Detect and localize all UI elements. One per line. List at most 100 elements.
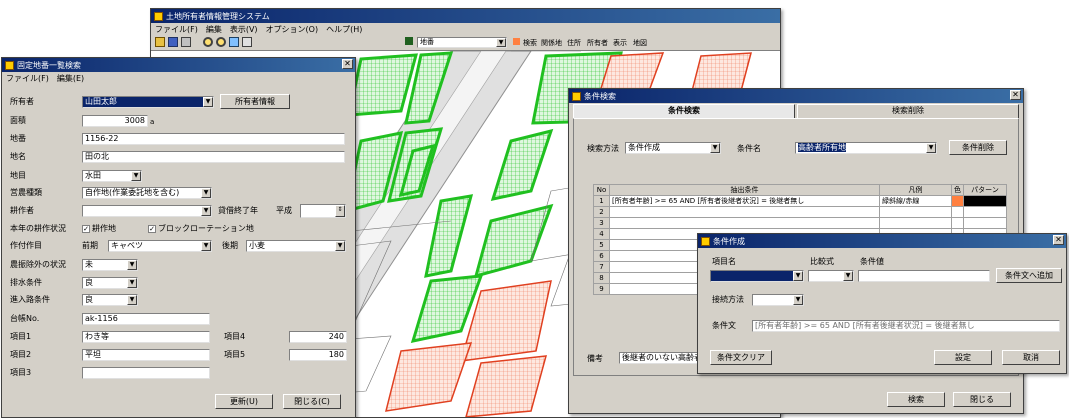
compare-select[interactable]: ▼ xyxy=(808,270,854,282)
search-menu-file[interactable]: ファイル(F) xyxy=(6,73,49,83)
item3-field[interactable] xyxy=(82,367,210,379)
chevron-down-icon[interactable]: ▼ xyxy=(203,97,213,107)
menu-option[interactable]: オプション(O) xyxy=(266,24,319,34)
update-button[interactable]: 更新(U) xyxy=(215,394,273,409)
cancel-button[interactable]: 取消 xyxy=(1002,350,1060,365)
toolbar-layer-combo[interactable]: 地番 ▼ xyxy=(417,37,507,48)
check-block-rotation[interactable]: ✓ ブロックローテーション地 xyxy=(148,223,254,234)
search-menu-edit[interactable]: 編集(E) xyxy=(57,73,84,83)
search-button[interactable]: 検索 xyxy=(887,392,945,407)
item1-field[interactable]: わき等 xyxy=(82,331,210,343)
clear-condition-button[interactable]: 条件文クリア xyxy=(710,350,772,365)
place-field[interactable]: 田の北 xyxy=(82,151,345,163)
join-select[interactable]: ▼ xyxy=(752,294,804,306)
ledger-field[interactable]: ak-1156 xyxy=(82,313,210,325)
menu-view[interactable]: 表示(V) xyxy=(230,24,258,34)
item5-field[interactable]: 180 xyxy=(289,349,347,361)
checkbox-icon[interactable]: ✓ xyxy=(82,224,90,233)
close-icon[interactable]: ✕ xyxy=(1053,235,1064,245)
row-condition[interactable] xyxy=(609,206,880,218)
condition-name-select[interactable]: 高齢者所有地 ▼ xyxy=(795,142,937,154)
row-legend[interactable] xyxy=(879,206,952,218)
item4-field[interactable]: 240 xyxy=(289,331,347,343)
chevron-down-icon[interactable]: ▼ xyxy=(496,38,506,47)
usage-select[interactable]: 自作地(作業委託地を含む) ▼ xyxy=(82,187,212,199)
chevron-down-icon[interactable]: ▼ xyxy=(843,271,853,281)
delete-condition-button[interactable]: 条件削除 xyxy=(949,140,1007,155)
row-condition[interactable] xyxy=(609,217,880,229)
chevron-down-icon[interactable]: ▼ xyxy=(201,188,211,198)
checkbox-icon[interactable]: ✓ xyxy=(148,224,156,233)
item2-field[interactable]: 平坦 xyxy=(82,349,210,361)
close-button[interactable]: 閉じる(C) xyxy=(283,394,341,409)
menu-file[interactable]: ファイル(F) xyxy=(155,24,198,34)
method-select[interactable]: 条件作成 ▼ xyxy=(625,142,721,154)
area-field[interactable]: 3008 xyxy=(82,115,148,127)
table-row[interactable]: 1 [所有者年齢] >= 65 AND [所有者後継者状況] = 後継者無し 緑… xyxy=(593,195,1007,207)
item-name-select[interactable]: ▼ xyxy=(710,270,804,282)
tab-search-delete[interactable]: 検索削除 xyxy=(797,104,1019,118)
print-icon[interactable] xyxy=(181,37,191,47)
road-select[interactable]: 良 ▼ xyxy=(82,294,138,306)
save-icon[interactable] xyxy=(168,37,178,47)
row-color-swatch[interactable] xyxy=(951,206,964,218)
toolbar-address[interactable]: 住所 xyxy=(567,38,581,48)
condition-select[interactable]: 未 ▼ xyxy=(82,259,138,271)
row-pattern-swatch[interactable] xyxy=(963,206,1007,218)
toolbar-map[interactable]: 地図 xyxy=(633,38,647,48)
select-icon[interactable] xyxy=(242,37,252,47)
close-icon[interactable]: ✕ xyxy=(1010,90,1021,100)
tenant-select[interactable]: ▼ xyxy=(82,205,212,217)
category-select[interactable]: 水田 ▼ xyxy=(82,170,142,182)
menu-edit[interactable]: 編集 xyxy=(206,24,222,34)
chevron-down-icon[interactable]: ▼ xyxy=(335,241,345,251)
menu-help[interactable]: ヘルプ(H) xyxy=(326,24,362,34)
chevron-down-icon[interactable]: ▼ xyxy=(131,171,141,181)
condition-text-field[interactable]: [所有者年齢] >= 65 AND [所有者後継者状況] = 後継者無し xyxy=(752,320,1060,332)
table-row[interactable]: 3 xyxy=(593,217,1007,229)
row-color-swatch[interactable] xyxy=(951,217,964,229)
row-pattern-swatch[interactable] xyxy=(963,217,1007,229)
layer-icon[interactable] xyxy=(405,37,413,45)
condition-value-field[interactable] xyxy=(858,270,990,282)
chevron-down-icon[interactable]: ▼ xyxy=(793,271,803,281)
open-icon[interactable] xyxy=(155,37,165,47)
table-row[interactable]: 2 xyxy=(593,206,1007,218)
row-legend[interactable] xyxy=(879,217,952,229)
tab-condition-search[interactable]: 条件検索 xyxy=(573,104,795,118)
chevron-down-icon[interactable]: ▼ xyxy=(127,295,137,305)
pan-icon[interactable] xyxy=(229,37,239,47)
crop-late-select[interactable]: 小麦 ▼ xyxy=(246,240,346,252)
row-condition[interactable]: [所有者年齢] >= 65 AND [所有者後継者状況] = 後継者無し xyxy=(609,195,880,207)
zoom-in-icon[interactable] xyxy=(203,37,213,47)
chevron-down-icon[interactable]: ▼ xyxy=(127,278,137,288)
water-select[interactable]: 良 ▼ xyxy=(82,277,138,289)
toolbar-display[interactable]: 表示 xyxy=(613,38,627,48)
toolbar-related[interactable]: 関係地 xyxy=(541,38,562,48)
color-icon[interactable] xyxy=(513,38,520,45)
toolbar-owner[interactable]: 所有者 xyxy=(587,38,608,48)
row-color-swatch[interactable] xyxy=(951,195,964,207)
chevron-down-icon[interactable]: ▼ xyxy=(793,295,803,305)
zoom-out-icon[interactable] xyxy=(216,37,226,47)
chevron-down-icon[interactable]: ▼ xyxy=(710,143,720,153)
chevron-down-icon[interactable]: ▼ xyxy=(127,260,137,270)
add-to-condition-button[interactable]: 条件文へ追加 xyxy=(996,268,1062,283)
owner-info-button[interactable]: 所有者情報 xyxy=(220,94,290,109)
note-field[interactable]: 後継者のいない高齢者 xyxy=(619,352,699,364)
lease-year-spinner[interactable]: ⇕ xyxy=(300,204,346,218)
condition-close-button[interactable]: 閉じる xyxy=(953,392,1011,407)
row-legend[interactable]: 緑斜線/赤線 xyxy=(879,195,952,207)
spinner-icon[interactable]: ⇕ xyxy=(335,205,345,217)
toolbar-search[interactable]: 検索 xyxy=(523,38,537,48)
row-pattern-swatch[interactable] xyxy=(963,195,1007,207)
crop-early-select[interactable]: キャベツ ▼ xyxy=(108,240,212,252)
chevron-down-icon[interactable]: ▼ xyxy=(926,143,936,153)
ok-button[interactable]: 設定 xyxy=(934,350,992,365)
lot-field[interactable]: 1156-22 xyxy=(82,133,345,145)
check-cultivated[interactable]: ✓ 耕作地 xyxy=(82,223,116,234)
chevron-down-icon[interactable]: ▼ xyxy=(201,241,211,251)
chevron-down-icon[interactable]: ▼ xyxy=(201,206,211,216)
owner-select[interactable]: 山田太郎 ▼ xyxy=(82,96,214,108)
close-icon[interactable]: ✕ xyxy=(342,59,353,69)
